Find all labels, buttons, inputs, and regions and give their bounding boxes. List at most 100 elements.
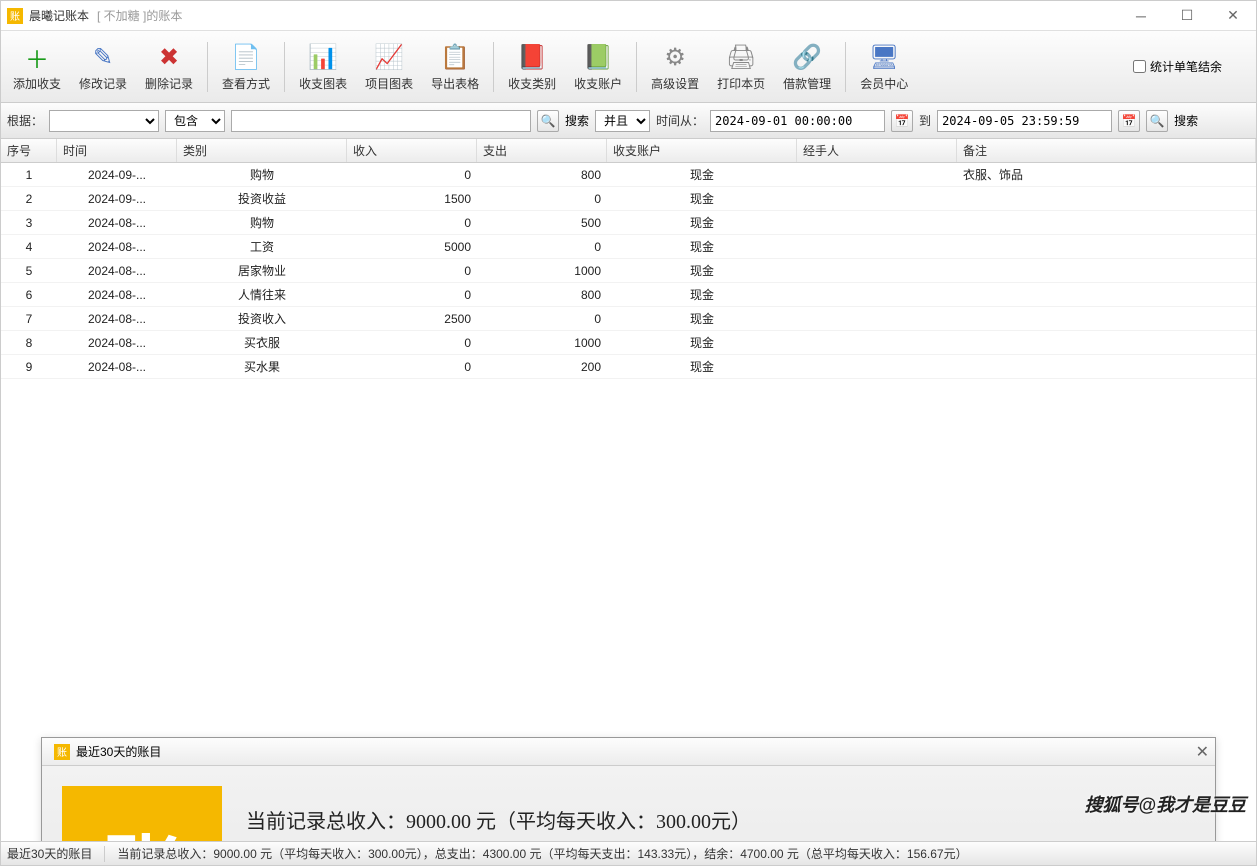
time-from-label: 时间从： (656, 112, 704, 129)
cell: 现金 (607, 214, 797, 231)
cell: 0 (347, 168, 477, 182)
accounts-button[interactable]: 📗收支账户 (566, 35, 630, 99)
cell: 1500 (347, 192, 477, 206)
grid-body[interactable]: 12024-09-...购物0800现金衣服、饰品22024-09-...投资收… (1, 163, 1256, 841)
col-income[interactable]: 收入 (347, 139, 477, 162)
projchart-button[interactable]: 📈项目图表 (357, 35, 421, 99)
status-separator (104, 846, 105, 862)
cell: 500 (477, 216, 607, 230)
time-to-label: 到 (919, 112, 931, 129)
table-row[interactable]: 82024-08-...买衣服01000现金 (1, 331, 1256, 355)
summary-titlebar: 账 最近30天的账目 ✕ (42, 738, 1215, 766)
col-seq[interactable]: 序号 (1, 139, 57, 162)
app-subtitle: [ 不加糖 ]的账本 (97, 7, 182, 24)
cell: 7 (1, 312, 57, 326)
types-label: 收支类别 (508, 75, 556, 92)
table-row[interactable]: 52024-08-...居家物业01000现金 (1, 259, 1256, 283)
search-label: 搜索 (565, 112, 589, 129)
member-button[interactable]: 🖥会员中心 (852, 35, 916, 99)
export-button[interactable]: 📋导出表格 (423, 35, 487, 99)
cell: 2024-08-... (57, 240, 177, 254)
cell: 2024-09-... (57, 168, 177, 182)
search-icon[interactable]: 🔍 (537, 110, 559, 132)
status-right: 当前记录总收入：9000.00 元（平均每天收入：300.00元），总支出：43… (117, 845, 967, 862)
logic-select[interactable]: 并且 (595, 110, 650, 132)
basis-select[interactable] (49, 110, 159, 132)
loan-label: 借款管理 (783, 75, 831, 92)
cell: 2024-09-... (57, 192, 177, 206)
calendar-to-icon[interactable]: 📅 (1118, 110, 1140, 132)
barchart-label: 收支图表 (299, 75, 347, 92)
table-row[interactable]: 92024-08-...买水果0200现金 (1, 355, 1256, 379)
cell: 现金 (607, 166, 797, 183)
cell: 6 (1, 288, 57, 302)
cell: 购物 (177, 214, 347, 231)
cell: 现金 (607, 286, 797, 303)
loan-button[interactable]: 🔗借款管理 (775, 35, 839, 99)
minimize-button[interactable]: ─ (1118, 1, 1164, 31)
cell: 2024-08-... (57, 288, 177, 302)
operator-select[interactable]: 包含 (165, 110, 225, 132)
cell: 2024-08-... (57, 336, 177, 350)
edit-label: 修改记录 (79, 75, 127, 92)
table-row[interactable]: 62024-08-...人情往来0800现金 (1, 283, 1256, 307)
toolbar-separator (636, 42, 637, 92)
barchart-button[interactable]: 📊 收支图表 (291, 35, 355, 99)
print-button[interactable]: 🖨打印本页 (709, 35, 773, 99)
col-person[interactable]: 经手人 (797, 139, 957, 162)
stat-single-input[interactable] (1133, 60, 1146, 73)
table-row[interactable]: 32024-08-...购物0500现金 (1, 211, 1256, 235)
summary-close-icon[interactable]: ✕ (1196, 742, 1209, 762)
cell: 9 (1, 360, 57, 374)
go-search-icon[interactable]: 🔍 (1146, 110, 1168, 132)
basis-label: 根据： (7, 112, 43, 129)
advanced-button[interactable]: ⚙高级设置 (643, 35, 707, 99)
date-from-input[interactable] (710, 110, 885, 132)
delete-button[interactable]: ✖删除记录 (137, 35, 201, 99)
cell: 5 (1, 264, 57, 278)
cell: 2024-08-... (57, 360, 177, 374)
grid-header: 序号 时间 类别 收入 支出 收支账户 经手人 备注 (1, 139, 1256, 163)
col-time[interactable]: 时间 (57, 139, 177, 162)
table-row[interactable]: 72024-08-...投资收入25000现金 (1, 307, 1256, 331)
cell: 2024-08-... (57, 216, 177, 230)
add-button[interactable]: ＋添加收支 (5, 35, 69, 99)
cell: 200 (477, 360, 607, 374)
close-button[interactable]: ✕ (1210, 1, 1256, 31)
table-row[interactable]: 12024-09-...购物0800现金衣服、饰品 (1, 163, 1256, 187)
col-account[interactable]: 收支账户 (607, 139, 797, 162)
view-button[interactable]: 📄查看方式 (214, 35, 278, 99)
cell: 买水果 (177, 358, 347, 375)
stat-single-checkbox[interactable]: 统计单笔结余 (1133, 58, 1222, 75)
cell: 0 (477, 192, 607, 206)
cell: 2024-08-... (57, 264, 177, 278)
edit-button[interactable]: ✎修改记录 (71, 35, 135, 99)
toolbar: ＋添加收支✎修改记录✖删除记录📄查看方式 📊 收支图表 📈项目图表📋导出表格📕收支类别… (1, 31, 1256, 103)
summary-body: 账 当前记录总收入：9000.00 元（平均每天收入：300.00元） 总支出：… (42, 766, 1215, 841)
calendar-from-icon[interactable]: 📅 (891, 110, 913, 132)
maximize-button[interactable]: ☐ (1164, 1, 1210, 31)
accounts-label: 收支账户 (574, 75, 622, 92)
app-icon: 账 (7, 8, 23, 24)
col-expense[interactable]: 支出 (477, 139, 607, 162)
cell: 5000 (347, 240, 477, 254)
print-icon: 🖨 (725, 41, 757, 73)
cell: 1 (1, 168, 57, 182)
titlebar: 账 晨曦记账本 [ 不加糖 ]的账本 ─ ☐ ✕ (1, 1, 1256, 31)
cell: 800 (477, 288, 607, 302)
table-row[interactable]: 22024-09-...投资收益15000现金 (1, 187, 1256, 211)
advanced-label: 高级设置 (651, 75, 699, 92)
search-input[interactable] (231, 110, 531, 132)
types-button[interactable]: 📕收支类别 (500, 35, 564, 99)
toolbar-separator (207, 42, 208, 92)
cell: 0 (477, 240, 607, 254)
col-category[interactable]: 类别 (177, 139, 347, 162)
cell: 买衣服 (177, 334, 347, 351)
date-to-input[interactable] (937, 110, 1112, 132)
cell: 1000 (477, 336, 607, 350)
barchart-icon: 📊 (307, 41, 339, 73)
table-row[interactable]: 42024-08-...工资50000现金 (1, 235, 1256, 259)
member-label: 会员中心 (860, 75, 908, 92)
cell: 衣服、饰品 (957, 166, 1256, 183)
col-remark[interactable]: 备注 (957, 139, 1256, 162)
